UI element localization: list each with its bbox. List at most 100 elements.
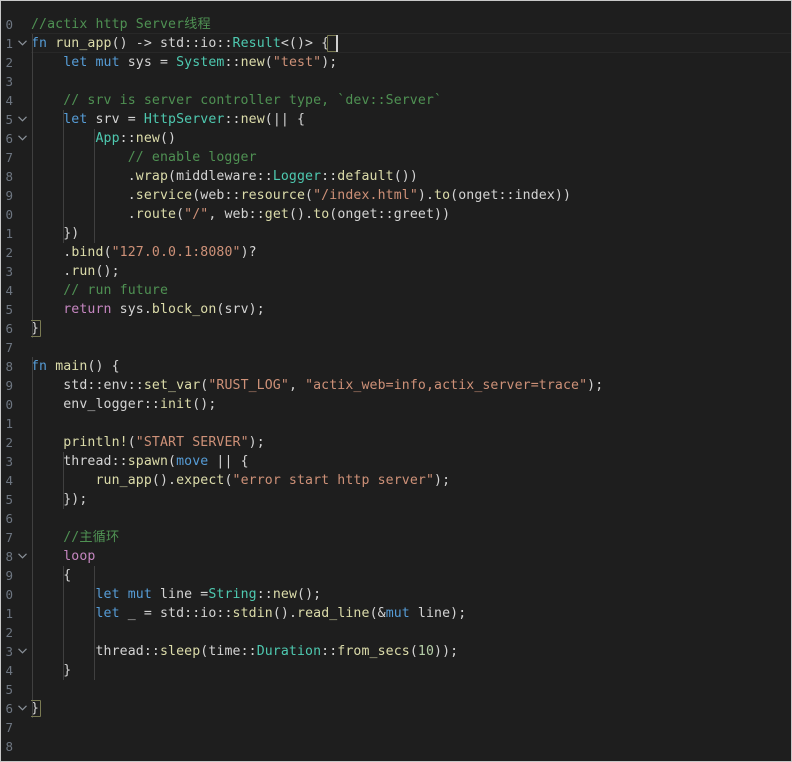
code-line[interactable]: // enable logger xyxy=(31,148,791,167)
line-number: 6 xyxy=(5,131,13,146)
code-line[interactable]: fn main() { xyxy=(31,357,791,376)
code-token-fn: stdin xyxy=(232,606,273,621)
line-number: 4 xyxy=(5,93,13,108)
code-line[interactable]: .bind("127.0.0.1:8080")? xyxy=(31,243,791,262)
code-token-fn: println! xyxy=(63,435,128,450)
code-token-pln: { xyxy=(31,568,72,583)
code-line[interactable]: let _ = std::io::stdin().read_line(&mut … xyxy=(31,604,791,623)
code-line[interactable]: .service(web::resource("/index.html").to… xyxy=(31,186,791,205)
code-line[interactable]: //主循环 xyxy=(31,528,791,547)
code-line[interactable]: .route("/", web::get().to(onget::greet)) xyxy=(31,205,791,224)
code-token-pln: :: xyxy=(321,644,338,659)
code-token-com: // run future xyxy=(63,283,169,298)
fold-gutter[interactable] xyxy=(14,1,31,761)
code-token-str: "START SERVER" xyxy=(135,435,249,450)
code-line[interactable]: } xyxy=(31,319,791,338)
code-token-pln: . xyxy=(31,207,136,222)
chevron-down-icon[interactable] xyxy=(16,699,29,718)
code-line[interactable]: println!("START SERVER"); xyxy=(31,433,791,452)
code-token-pln: :: xyxy=(256,587,273,602)
code-line[interactable]: fn run_app() -> std::io::Result<()> { xyxy=(31,34,791,53)
chevron-down-icon[interactable] xyxy=(16,642,29,661)
code-line[interactable]: .run(); xyxy=(31,262,791,281)
line-number: 2 xyxy=(5,245,13,260)
code-token-pln: () { xyxy=(87,359,120,374)
code-line[interactable]: } xyxy=(31,661,791,680)
code-token-pln: (|| { xyxy=(264,112,306,127)
code-line[interactable]: let mut line =String::new(); xyxy=(31,585,791,604)
code-token-kw: let xyxy=(95,587,120,602)
code-line[interactable]: { xyxy=(31,566,791,585)
code-line[interactable]: std::env::set_var("RUST_LOG", "actix_web… xyxy=(31,376,791,395)
line-number: 1 xyxy=(5,606,13,621)
code-line[interactable]: env_logger::init(); xyxy=(31,395,791,414)
code-line[interactable] xyxy=(31,509,791,528)
code-line[interactable] xyxy=(31,718,791,737)
code-token-pln: . xyxy=(31,264,72,279)
code-line[interactable]: run_app().expect("error start http serve… xyxy=(31,471,791,490)
code-line[interactable]: App::new() xyxy=(31,129,791,148)
code-line[interactable]: //actix http Server线程 xyxy=(31,15,791,34)
line-number: 4 xyxy=(5,473,13,488)
line-number: 9 xyxy=(5,188,13,203)
vertical-scrollbar[interactable] xyxy=(779,1,791,761)
code-token-pln: , web:: xyxy=(208,207,265,222)
line-number: 0 xyxy=(5,587,13,602)
code-token-fn: set_var xyxy=(143,378,201,393)
code-token-fn: resource xyxy=(240,188,306,203)
code-line[interactable]: .wrap(middleware::Logger::default()) xyxy=(31,167,791,186)
code-line[interactable]: let srv = HttpServer::new(|| { xyxy=(31,110,791,129)
code-line[interactable] xyxy=(31,737,791,756)
code-token-pln: ( xyxy=(305,188,314,203)
code-content[interactable]: //actix http Server线程 fn run_app() -> std… xyxy=(30,1,791,761)
chevron-down-icon[interactable] xyxy=(16,129,29,148)
code-line[interactable]: // run future xyxy=(31,281,791,300)
code-editor[interactable]: 012345678901234567890123456789012345678 … xyxy=(0,0,792,762)
chevron-down-icon[interactable] xyxy=(16,110,29,129)
code-line[interactable]: } xyxy=(31,699,791,718)
chevron-down-icon[interactable] xyxy=(16,547,29,566)
code-token-pln: ( xyxy=(176,207,185,222)
line-number: 1 xyxy=(5,36,13,51)
code-token-fn: default xyxy=(337,169,394,184)
code-line[interactable] xyxy=(31,680,791,699)
code-line[interactable]: return sys.block_on(srv); xyxy=(31,300,791,319)
code-token-pln: line = xyxy=(151,587,209,602)
code-line[interactable]: loop xyxy=(31,547,791,566)
code-line[interactable] xyxy=(31,338,791,357)
code-token-pln: (); xyxy=(95,264,120,279)
code-line[interactable]: thread::spawn(move || { xyxy=(31,452,791,471)
code-token-typ: App xyxy=(95,131,120,146)
code-line[interactable]: thread::sleep(time::Duration::from_secs(… xyxy=(31,642,791,661)
code-line[interactable] xyxy=(31,623,791,642)
code-line[interactable]: }); xyxy=(31,490,791,509)
code-line[interactable]: // srv is server controller type, `dev::… xyxy=(31,91,791,110)
code-line[interactable] xyxy=(31,414,791,433)
indent-guide xyxy=(94,566,96,680)
code-token-fn: new xyxy=(135,131,160,146)
code-line[interactable]: let mut sys = System::new("test"); xyxy=(31,53,791,72)
code-token-kw: let xyxy=(63,55,88,70)
code-token-str: "/" xyxy=(184,207,209,222)
indent-guide xyxy=(62,110,64,243)
code-token-ctl: return xyxy=(63,302,112,317)
line-number: 5 xyxy=(5,682,13,697)
code-token-pln: (time:: xyxy=(200,644,257,659)
code-token-pln: . xyxy=(31,245,72,260)
code-token-typ: String xyxy=(208,587,257,602)
code-token-pln xyxy=(31,530,63,545)
code-token-kw: let xyxy=(95,606,120,621)
code-line[interactable]: }) xyxy=(31,224,791,243)
code-token-pln: (); xyxy=(192,397,217,412)
line-number: 7 xyxy=(5,720,13,735)
code-token-typ: Result xyxy=(232,36,281,51)
code-token-pln: ); xyxy=(434,473,451,488)
chevron-down-icon[interactable] xyxy=(16,34,29,53)
code-token-kw: mut xyxy=(95,55,120,70)
code-token-pln: srv = xyxy=(87,112,144,127)
line-number: 3 xyxy=(5,644,13,659)
code-token-pln: (); xyxy=(297,587,322,602)
code-token-pln: ); xyxy=(321,55,338,70)
code-line[interactable] xyxy=(31,72,791,91)
line-number: 8 xyxy=(5,739,13,754)
